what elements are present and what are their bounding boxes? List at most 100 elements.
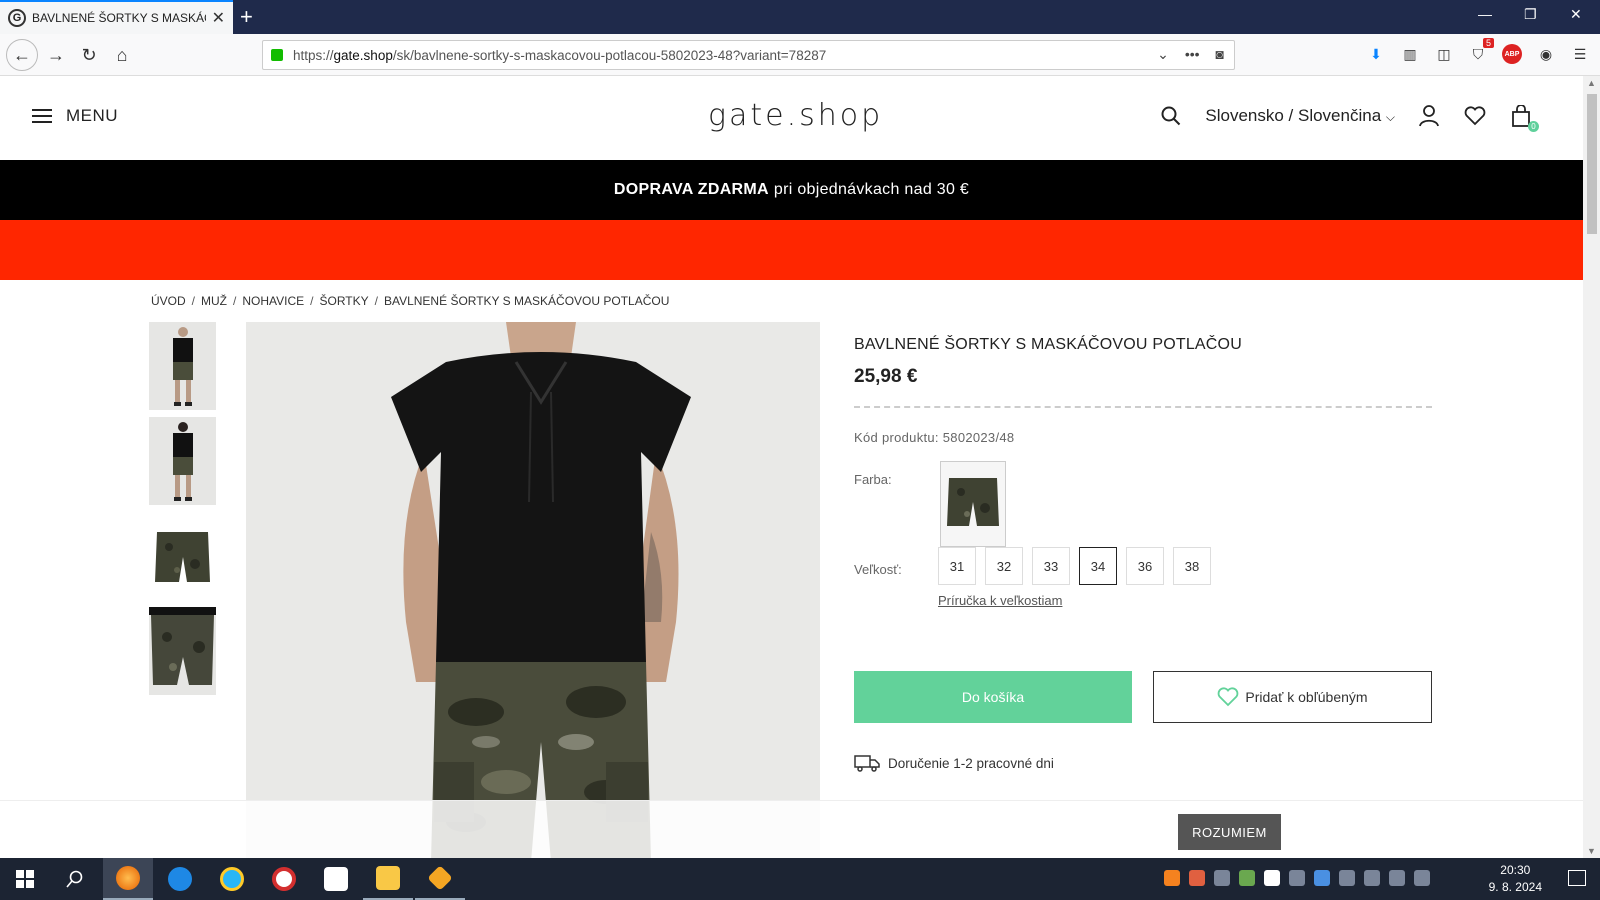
tool-taskbar-icon[interactable] — [415, 858, 465, 900]
size-option[interactable]: 36 — [1126, 547, 1164, 585]
color-row: Farba: — [854, 461, 1054, 547]
system-tray — [1164, 870, 1430, 886]
size-label: Veľkosť: — [854, 562, 902, 577]
volume-icon[interactable] — [1364, 870, 1380, 886]
breadcrumb: ÚVOD / MUŽ / NOHAVICE / ŠORTKY / BAVLNENÉ ŠO… — [151, 294, 670, 308]
menu-icon — [32, 109, 52, 123]
battery-icon[interactable] — [1389, 870, 1405, 886]
tray-app-icon[interactable] — [1214, 870, 1230, 886]
library-icon[interactable]: ▥ — [1400, 44, 1420, 64]
size-option[interactable]: 38 — [1173, 547, 1211, 585]
thumbnail-back[interactable] — [149, 417, 216, 505]
add-to-favorites-label: Pridať k obľúbeným — [1245, 689, 1368, 705]
add-to-cart-button[interactable]: Do košíka — [854, 671, 1132, 723]
menu-label: MENU — [66, 106, 119, 125]
color-label: Farba: — [854, 472, 892, 487]
more-icon[interactable]: ••• — [1185, 46, 1200, 63]
site-logo[interactable]: gate.shop — [708, 98, 883, 133]
close-tab-icon[interactable]: ✕ — [212, 8, 225, 28]
windows-taskbar: 20:30 9. 8. 2024 — [0, 858, 1600, 900]
tray-app-icon[interactable] — [1164, 870, 1180, 886]
size-option[interactable]: 33 — [1032, 547, 1070, 585]
scroll-up-icon[interactable]: ▲ — [1587, 78, 1596, 88]
home-icon[interactable]: ⌂ — [108, 41, 136, 69]
network-icon[interactable] — [1339, 870, 1355, 886]
scrollbar-thumb[interactable] — [1587, 94, 1597, 234]
scroll-down-icon[interactable]: ▼ — [1587, 846, 1596, 856]
extension-icon[interactable]: ⛉ 5 — [1468, 38, 1494, 64]
page-scrollbar[interactable]: ▲ ▼ — [1583, 76, 1600, 858]
breadcrumb-trousers[interactable]: NOHAVICE — [242, 294, 304, 308]
tray-app-icon[interactable] — [1289, 870, 1305, 886]
thumbnail-list — [149, 322, 216, 702]
search-icon[interactable] — [1159, 104, 1183, 128]
restore-icon[interactable]: ❐ — [1524, 6, 1537, 23]
pocket-icon[interactable]: ◙ — [1216, 46, 1224, 63]
browser-tab[interactable]: G BAVLNENÉ ŠORTKY S MASKÁČ ✕ — [0, 0, 233, 34]
size-option-selected[interactable]: 34 — [1079, 547, 1117, 585]
firefox-taskbar-icon[interactable] — [103, 858, 153, 900]
hamburger-menu-icon[interactable]: ☰ — [1570, 44, 1590, 64]
new-tab-icon[interactable]: + — [240, 4, 253, 30]
size-guide-link[interactable]: Príručka k veľkostiam — [938, 593, 1062, 608]
edge-taskbar-icon[interactable] — [155, 858, 205, 900]
ie-taskbar-icon[interactable] — [207, 858, 257, 900]
start-button[interactable] — [0, 858, 50, 900]
size-option[interactable]: 32 — [985, 547, 1023, 585]
clock-date: 9. 8. 2024 — [1488, 880, 1542, 894]
account-icon[interactable]: ◉ — [1536, 44, 1556, 64]
breadcrumb-home[interactable]: ÚVOD — [151, 294, 186, 308]
close-window-icon[interactable]: ✕ — [1570, 6, 1582, 23]
cookie-bar: ROZUMIEM — [0, 800, 1583, 858]
tray-app-icon[interactable] — [1314, 870, 1330, 886]
site-header: MENU gate.shop Slovensko / Slovenčina ⌵ … — [0, 76, 1583, 160]
forward-icon[interactable]: → — [42, 41, 70, 69]
cart-icon[interactable]: 0 — [1509, 104, 1539, 132]
product-title: BAVLNENÉ ŠORTKY S MASKÁČOVOU POTLAČOU — [854, 336, 1242, 353]
menu-button[interactable]: MENU — [32, 106, 118, 126]
tray-app-icon[interactable] — [1189, 870, 1205, 886]
user-icon[interactable] — [1417, 104, 1441, 128]
app-taskbar-icon[interactable] — [259, 858, 309, 900]
minimize-icon[interactable]: — — [1478, 6, 1492, 22]
shield-icon[interactable] — [1264, 870, 1280, 886]
breadcrumb-men[interactable]: MUŽ — [201, 294, 227, 308]
add-to-favorites-button[interactable]: Pridať k obľúbeným — [1153, 671, 1432, 723]
thumbnail-flat[interactable] — [149, 512, 216, 600]
back-icon[interactable]: ← — [6, 39, 38, 71]
store-taskbar-icon[interactable] — [311, 858, 361, 900]
color-swatch[interactable] — [940, 461, 1006, 547]
taskbar-search-icon[interactable] — [50, 858, 100, 900]
explorer-taskbar-icon[interactable] — [363, 858, 413, 900]
promo-bold: DOPRAVA ZDARMA — [613, 181, 769, 198]
heart-icon[interactable] — [1463, 104, 1487, 128]
cookie-accept-button[interactable]: ROZUMIEM — [1178, 814, 1281, 850]
notification-icon[interactable] — [1568, 870, 1586, 886]
promo-banner: DOPRAVA ZDARMA pri objednávkach nad 30 € — [0, 160, 1583, 220]
adblock-icon[interactable]: ABP — [1502, 44, 1522, 64]
clock[interactable]: 20:30 9. 8. 2024 — [1489, 862, 1542, 896]
product-info: BAVLNENÉ ŠORTKY S MASKÁČOVOU POTLAČOU 25… — [854, 336, 1434, 772]
chevron-down-icon: ⌵ — [1385, 110, 1395, 124]
clock-time: 20:30 — [1500, 863, 1531, 877]
main-product-image[interactable] — [246, 322, 820, 858]
size-row: Veľkosť: 31 32 33 34 36 38 Príručka k ve… — [854, 547, 1211, 608]
promo-text: pri objednávkach nad 30 € — [773, 181, 970, 198]
delivery-text: Doručenie 1-2 pracovné dni — [888, 755, 1054, 771]
gate-favicon-icon: G — [8, 9, 26, 27]
tab-title: BAVLNENÉ ŠORTKY S MASKÁČ — [32, 11, 206, 25]
url-bar[interactable]: i https://gate.shop/sk/bavlnene-sortky-s… — [262, 40, 1235, 315]
size-option[interactable]: 31 — [938, 547, 976, 585]
thumbnail-detail[interactable] — [149, 607, 216, 695]
breadcrumb-shorts[interactable]: ŠORTKY — [320, 294, 369, 308]
locale-selector[interactable]: Slovensko / Slovenčina ⌵ — [1205, 106, 1395, 126]
tray-app-icon[interactable] — [1239, 870, 1255, 886]
wifi-icon[interactable] — [1414, 870, 1430, 886]
sidebar-icon[interactable]: ◫ — [1434, 44, 1454, 64]
reload-icon[interactable]: ↻ — [75, 41, 103, 69]
breadcrumb-current: BAVLNENÉ ŠORTKY S MASKÁČOVOU POTLAČOU — [383, 294, 670, 308]
download-icon[interactable]: ⬇ — [1366, 44, 1386, 64]
red-banner[interactable] — [0, 220, 1583, 280]
thumbnail-front[interactable] — [149, 322, 216, 410]
chevron-down-icon[interactable]: ⌄ — [1157, 46, 1169, 63]
